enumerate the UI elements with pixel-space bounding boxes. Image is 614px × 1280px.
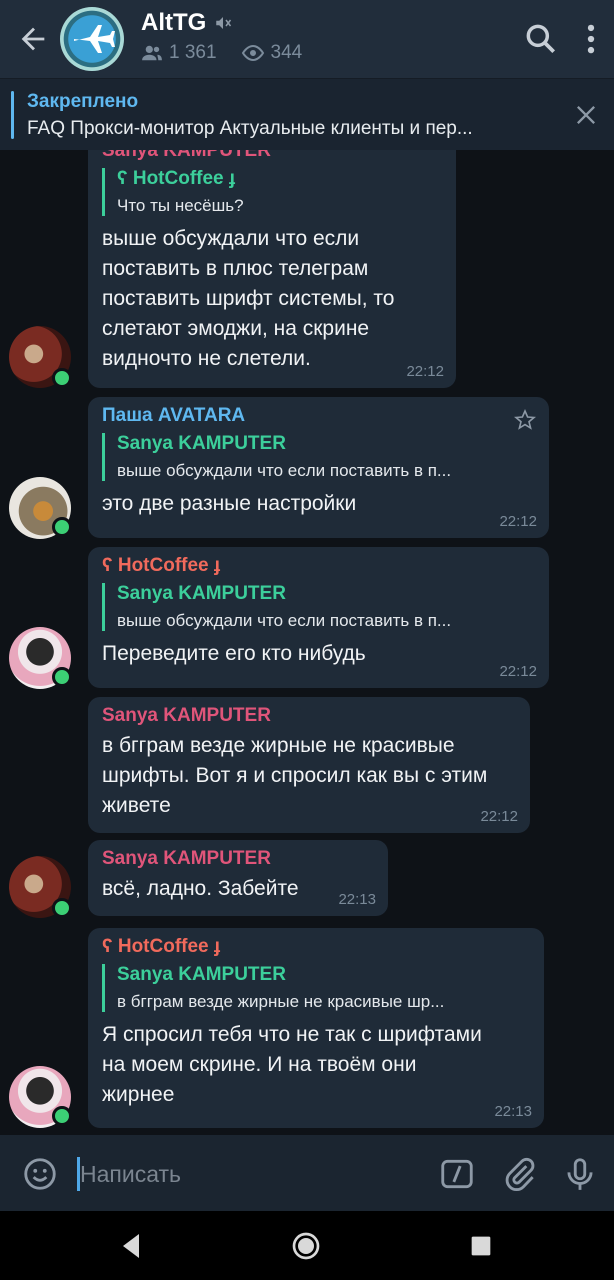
message-sender[interactable]: Паша AVATARA [102, 405, 535, 427]
reply-sender: Sanya KAMPUTER [117, 583, 286, 604]
nav-recents-icon[interactable] [465, 1230, 497, 1262]
pinned-message-bar[interactable]: Закреплено FAQ Прокси-монитор Актуальные… [0, 78, 614, 150]
reply-sender: ʕ HotCoffee ɟ [117, 168, 236, 189]
message-sender[interactable]: ʕ HotCoffee ɟ [102, 555, 535, 577]
microphone-icon[interactable] [561, 1155, 599, 1193]
nav-back-icon[interactable] [115, 1230, 147, 1262]
reply-text: выше обсуждали что если поставить в п... [117, 611, 452, 630]
message-sender[interactable]: ʕ HotCoffee ɟ [102, 936, 530, 958]
reply-sender: Sanya KAMPUTER [117, 964, 286, 985]
message-bubble[interactable]: ʕ HotCoffee ɟ Sanya KAMPUTER выше обсужд… [88, 547, 549, 688]
reply-text: выше обсуждали что если поставить в п... [117, 461, 452, 480]
chat-title-text: AltTG [141, 9, 207, 36]
reply-quote[interactable]: Sanya KAMPUTER в бгграм везде жирные не … [102, 964, 530, 1012]
message-text: в бгграм везде жирные не красивые шрифты… [102, 734, 488, 817]
message-time: 22:12 [406, 363, 444, 380]
reply-text: в бгграм везде жирные не красивые шр... [117, 992, 445, 1011]
online-indicator [52, 1106, 72, 1126]
pinned-title: Закреплено [27, 91, 139, 112]
emoji-icon[interactable] [21, 1155, 59, 1193]
message-time: 22:12 [499, 663, 537, 680]
reply-quote[interactable]: ʕ HotCoffee ɟ Что ты несёшь? [102, 168, 442, 216]
chat-title[interactable]: AltTG [141, 9, 232, 37]
chat-header: AltTG 1 361 344 [0, 0, 614, 78]
online-indicator [52, 898, 72, 918]
message-bubble[interactable]: ʕ HotCoffee ɟ Sanya KAMPUTER в бгграм ве… [88, 928, 544, 1128]
star-icon[interactable] [513, 408, 537, 432]
members-count: 1 361 [169, 42, 217, 63]
online-indicator [52, 368, 72, 388]
chat-stats: 1 361 344 [141, 42, 302, 64]
reply-text: Что ты несёшь? [117, 196, 244, 215]
paperclip-icon[interactable] [501, 1155, 539, 1193]
chat-avatar[interactable] [60, 7, 124, 71]
message-text: Я спросил тебя что не так с шрифтами на … [102, 1023, 482, 1106]
pinned-text: FAQ Прокси-монитор Актуальные клиенты и … [27, 118, 473, 139]
online-indicator [52, 667, 72, 687]
message-sender[interactable]: Sanya KAMPUTER [102, 848, 374, 870]
message-text: выше обсуждали что если поставить в плюс… [102, 227, 395, 370]
message-bubble[interactable]: Sanya KAMPUTER в бгграм везде жирные не … [88, 697, 530, 833]
message-time: 22:12 [499, 513, 537, 530]
reply-quote[interactable]: Sanya KAMPUTER выше обсуждали что если п… [102, 433, 535, 481]
members-icon [142, 45, 162, 61]
reply-quote[interactable]: Sanya KAMPUTER выше обсуждали что если п… [102, 583, 535, 631]
message-bubble[interactable]: Sanya KAMPUTER ʕ HotCoffee ɟ Что ты несё… [88, 150, 456, 388]
reply-sender: Sanya KAMPUTER [117, 433, 286, 454]
airplane-icon [74, 25, 115, 53]
eye-icon [241, 44, 264, 62]
more-vert-icon[interactable] [572, 20, 610, 58]
muted-icon [216, 17, 232, 29]
message-text: Переведите его кто нибудь [102, 642, 366, 665]
viewers-count: 344 [270, 42, 303, 63]
message-sender[interactable]: Sanya KAMPUTER [102, 705, 516, 727]
message-time: 22:12 [480, 808, 518, 825]
message-sender[interactable]: Sanya KAMPUTER [102, 150, 442, 162]
message-input-bar: Написать [0, 1135, 614, 1211]
message-input[interactable]: Написать [80, 1161, 181, 1188]
message-time: 22:13 [494, 1103, 532, 1120]
system-nav-bar [0, 1211, 614, 1280]
message-bubble[interactable]: Паша AVATARA Sanya KAMPUTER выше обсужда… [88, 397, 549, 538]
nav-home-icon[interactable] [290, 1230, 322, 1262]
online-indicator [52, 517, 72, 537]
pinned-indicator [11, 91, 14, 139]
search-icon[interactable] [522, 20, 560, 58]
message-bubble[interactable]: Sanya KAMPUTER всё, ладно. Забейте 22:13 [88, 840, 388, 916]
message-text: это две разные настройки [102, 492, 357, 515]
message-list[interactable]: Sanya KAMPUTER ʕ HotCoffee ɟ Что ты несё… [0, 150, 614, 1135]
message-time: 22:13 [338, 891, 376, 908]
close-icon[interactable] [572, 101, 600, 129]
bot-commands-icon[interactable] [438, 1155, 476, 1193]
back-arrow-icon[interactable] [16, 22, 50, 56]
message-text: всё, ладно. Забейте [102, 877, 299, 900]
